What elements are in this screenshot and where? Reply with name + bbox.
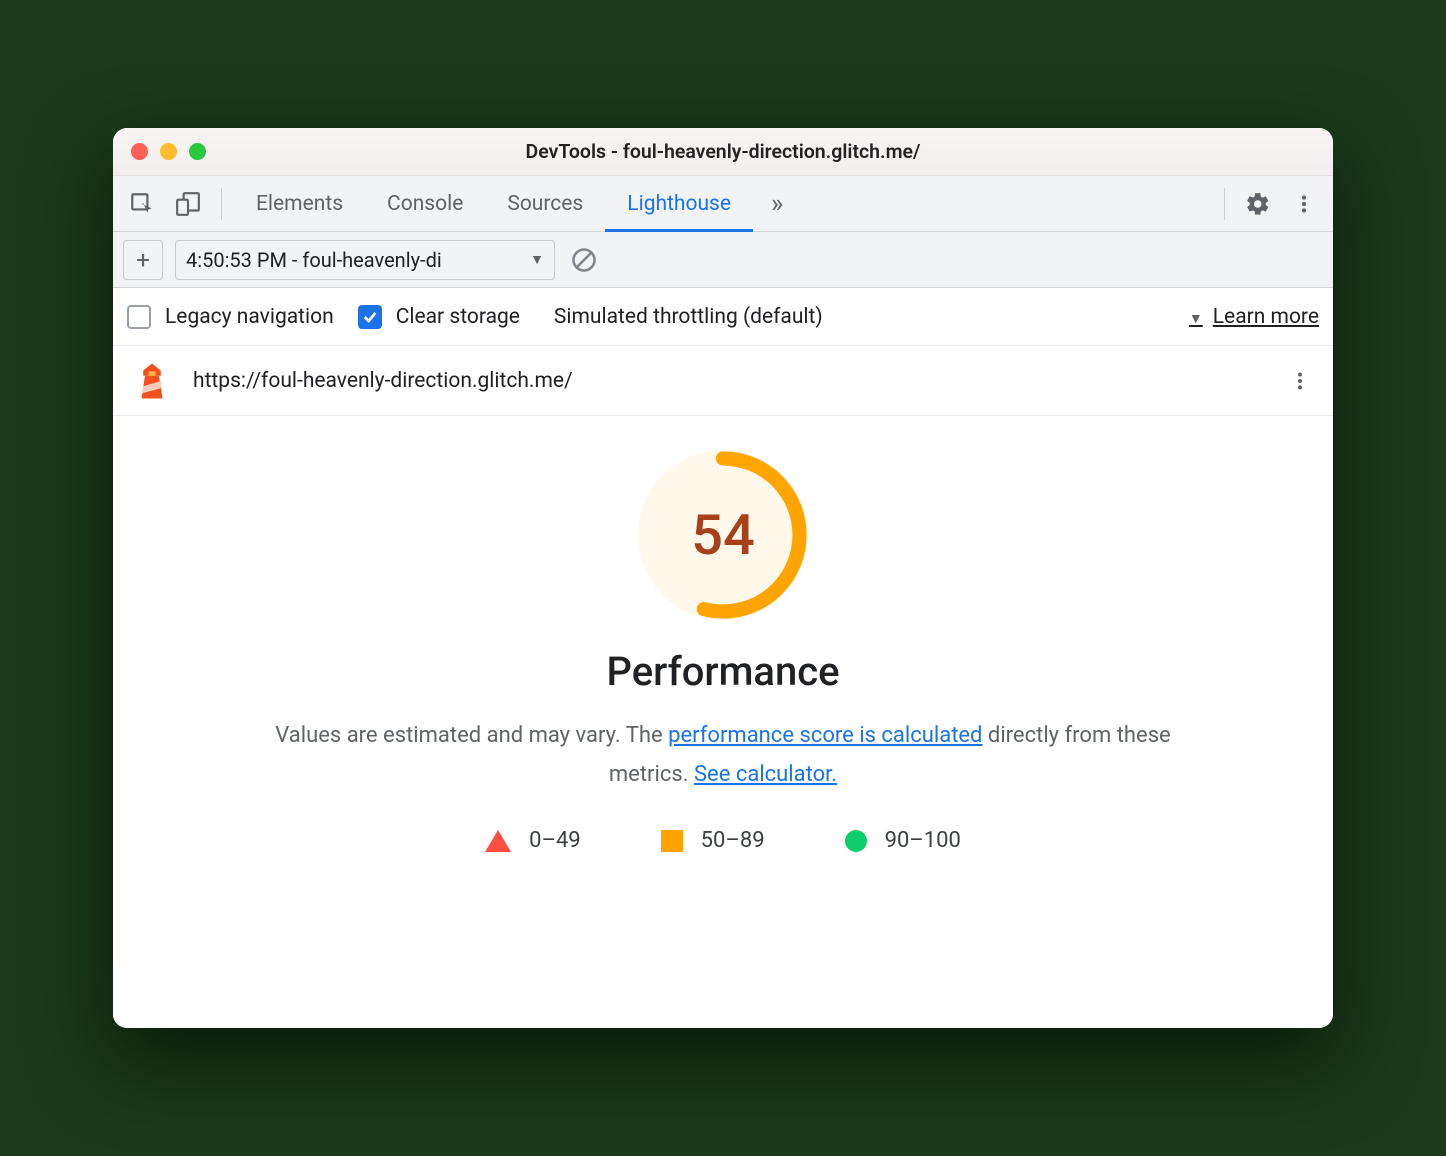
legend-pass: 90–100 xyxy=(845,828,961,853)
clear-storage-label: Clear storage xyxy=(396,305,520,329)
legacy-navigation-checkbox[interactable] xyxy=(127,305,151,329)
toolbar-separator xyxy=(1224,188,1225,220)
minimize-window-button[interactable] xyxy=(160,143,177,160)
new-report-button[interactable]: + xyxy=(123,240,163,280)
device-toolbar-icon[interactable] xyxy=(167,183,209,225)
throttling-label: Simulated throttling (default) xyxy=(554,305,823,329)
triangle-icon xyxy=(485,830,511,852)
close-window-button[interactable] xyxy=(131,143,148,160)
lighthouse-logo-icon xyxy=(131,360,173,402)
tab-elements[interactable]: Elements xyxy=(234,176,365,231)
performance-description: Values are estimated and may vary. The p… xyxy=(263,717,1183,794)
more-options-icon[interactable] xyxy=(1283,183,1325,225)
lighthouse-options-row: Legacy navigation Clear storage Simulate… xyxy=(113,288,1333,346)
performance-gauge: 54 xyxy=(638,450,808,620)
score-calculated-link[interactable]: performance score is calculated xyxy=(668,723,982,748)
clear-report-icon[interactable] xyxy=(567,243,601,277)
inspect-element-icon[interactable] xyxy=(121,183,163,225)
window-title: DevTools - foul-heavenly-direction.glitc… xyxy=(113,140,1333,163)
performance-score: 54 xyxy=(638,450,808,620)
report-content: 54 Performance Values are estimated and … xyxy=(113,416,1333,1028)
panel-tabs: Elements Console Sources Lighthouse xyxy=(234,176,753,231)
report-url-text: https://foul-heavenly-direction.glitch.m… xyxy=(193,369,573,393)
legend-fail: 0–49 xyxy=(485,828,581,853)
report-url-row: https://foul-heavenly-direction.glitch.m… xyxy=(113,346,1333,416)
see-calculator-link[interactable]: See calculator. xyxy=(694,762,837,787)
report-dropdown-label: 4:50:53 PM - foul-heavenly-di xyxy=(186,248,442,272)
devtools-window: DevTools - foul-heavenly-direction.glitc… xyxy=(113,128,1333,1028)
more-tabs-button[interactable]: » xyxy=(757,189,797,219)
tab-console[interactable]: Console xyxy=(365,176,485,231)
report-menu-icon[interactable] xyxy=(1285,370,1315,392)
report-dropdown[interactable]: 4:50:53 PM - foul-heavenly-di ▼ xyxy=(175,240,555,280)
titlebar: DevTools - foul-heavenly-direction.glitc… xyxy=(113,128,1333,176)
clear-storage-checkbox[interactable] xyxy=(358,305,382,329)
learn-more-link[interactable]: ▼Learn more xyxy=(1189,305,1319,329)
legacy-navigation-label: Legacy navigation xyxy=(165,305,334,329)
circle-icon xyxy=(845,830,867,852)
settings-gear-icon[interactable] xyxy=(1237,183,1279,225)
lighthouse-toolbar: + 4:50:53 PM - foul-heavenly-di ▼ xyxy=(113,232,1333,288)
tab-lighthouse[interactable]: Lighthouse xyxy=(605,176,753,231)
performance-category-title: Performance xyxy=(606,648,839,695)
toolbar-separator xyxy=(221,188,222,220)
chevron-down-icon: ▼ xyxy=(530,251,544,268)
score-legend: 0–49 50–89 90–100 xyxy=(485,828,961,853)
maximize-window-button[interactable] xyxy=(189,143,206,160)
chevron-down-icon: ▼ xyxy=(1189,311,1203,327)
square-icon xyxy=(661,830,683,852)
main-toolbar: Elements Console Sources Lighthouse » xyxy=(113,176,1333,232)
tab-sources[interactable]: Sources xyxy=(485,176,605,231)
traffic-lights xyxy=(131,143,206,160)
legend-average: 50–89 xyxy=(661,828,765,853)
